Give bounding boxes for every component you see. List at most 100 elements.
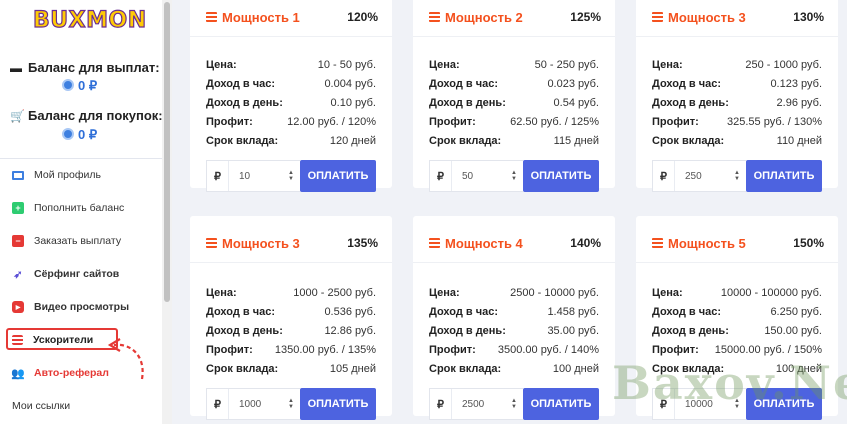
card-title: Мощность 3 <box>206 236 300 251</box>
server-icon <box>652 12 663 22</box>
row-value: 0.10 руб. <box>330 96 376 109</box>
row-label: Доход в день: <box>652 96 729 109</box>
card-rows: Цена: 10 - 50 руб. Доход в час: 0.004 руб. Д… <box>206 55 376 150</box>
row-value: 105 дней <box>329 362 376 375</box>
row-value: 115 дней <box>553 134 599 147</box>
amount-value[interactable]: 50 <box>452 171 509 182</box>
row-value: 10000 - 100000 руб. <box>720 286 822 299</box>
wallet-icon: ▬ <box>10 61 22 75</box>
card-percent: 120% <box>347 10 378 24</box>
sidebar-item-surfing[interactable]: ➶ Сёрфинг сайтов <box>0 262 162 286</box>
row-label: Срок вклада: <box>652 134 725 147</box>
row-label: Доход в час: <box>206 77 275 90</box>
stepper-icon[interactable]: ▲ ▼ <box>509 170 519 182</box>
pay-button[interactable]: ОПЛАТИТЬ <box>300 388 376 420</box>
card-row-profit: Профит: 1350.00 руб. / 135% <box>206 340 376 359</box>
row-label: Цена: <box>206 286 237 299</box>
row-value: 0.54 руб. <box>553 96 599 109</box>
card-percent: 125% <box>570 10 601 24</box>
balance-purchase-label: 🛒 Баланс для покупок: <box>10 108 163 123</box>
amount-input[interactable]: ₽250 ▲ ▼ <box>652 160 746 192</box>
card-percent: 150% <box>793 236 824 250</box>
row-value: 6.250 руб. <box>770 305 822 318</box>
row-value: 100 дней <box>552 362 599 375</box>
amount-value[interactable]: 10 <box>229 171 286 182</box>
row-value: 0.004 руб. <box>324 77 376 90</box>
amount-input[interactable]: ₽10 ▲ ▼ <box>206 160 300 192</box>
row-label: Цена: <box>652 58 683 71</box>
row-label: Профит: <box>652 343 699 356</box>
scrollbar-thumb[interactable] <box>164 2 170 302</box>
row-value: 0.023 руб. <box>547 77 599 90</box>
row-label: Профит: <box>206 343 253 356</box>
pay-button[interactable]: ОПЛАТИТЬ <box>300 160 376 192</box>
card-row-profit: Профит: 325.55 руб. / 130% <box>652 112 822 131</box>
sidebar-item-deposit[interactable]: + Пополнить баланс <box>0 196 162 220</box>
sidebar-scrollbar[interactable] <box>162 0 172 424</box>
stepper-icon[interactable]: ▲ ▼ <box>286 170 296 182</box>
row-value: 1350.00 руб. / 135% <box>274 343 376 356</box>
card-header: Мощность 3 135% <box>206 234 378 252</box>
row-value: 35.00 руб. <box>547 324 599 337</box>
minus-square-icon: − <box>12 235 24 247</box>
coins-icon <box>62 79 74 91</box>
amount-value[interactable]: 250 <box>675 171 732 182</box>
row-label: Срок вклада: <box>206 134 279 147</box>
card-row-per-day: Доход в день: 0.10 руб. <box>206 93 376 112</box>
row-label: Профит: <box>206 115 253 128</box>
card-divider <box>190 262 392 263</box>
card-header: Мощность 2 125% <box>429 8 601 26</box>
row-label: Срок вклада: <box>206 362 279 375</box>
row-value: 0.536 руб. <box>324 305 376 318</box>
server-icon <box>429 12 440 22</box>
card-row-per-hour: Доход в час: 0.536 руб. <box>206 302 376 321</box>
users-icon: 👥 <box>11 367 25 380</box>
invest-form: ₽10 ▲ ▼ ОПЛАТИТЬ <box>206 160 376 192</box>
plan-card: Мощность 4 140% Цена: 2500 - 10000 руб. Дохо… <box>413 216 615 420</box>
stepper-icon[interactable]: ▲ ▼ <box>286 398 296 410</box>
sidebar-item-withdraw[interactable]: − Заказать выплату <box>0 229 162 253</box>
currency-addon: ₽ <box>653 161 675 191</box>
amount-value[interactable]: 1000 <box>229 399 286 410</box>
row-label: Доход в день: <box>652 324 729 337</box>
row-value: 15000.00 руб. / 150% <box>714 343 822 356</box>
card-row-profit: Профит: 3500.00 руб. / 140% <box>429 340 599 359</box>
row-label: Доход в день: <box>429 324 506 337</box>
plan-card: Мощность 2 125% Цена: 50 - 250 руб. Доход в … <box>413 0 615 192</box>
pay-button[interactable]: ОПЛАТИТЬ <box>523 160 599 192</box>
amount-input[interactable]: ₽2500 ▲ ▼ <box>429 388 523 420</box>
server-icon <box>206 238 217 248</box>
row-value: 50 - 250 руб. <box>534 58 599 71</box>
plus-square-icon: + <box>12 202 24 214</box>
row-label: Доход в час: <box>652 305 721 318</box>
card-rows: Цена: 1000 - 2500 руб. Доход в час: 0.536 р… <box>206 283 376 378</box>
sidebar-item-profile[interactable]: Мой профиль <box>0 163 162 187</box>
invest-form: ₽1000 ▲ ▼ ОПЛАТИТЬ <box>206 388 376 420</box>
amount-input[interactable]: ₽1000 ▲ ▼ <box>206 388 300 420</box>
sidebar-item-links[interactable]: Мои ссылки <box>0 394 162 418</box>
card-row-per-day: Доход в день: 0.54 руб. <box>429 93 599 112</box>
logo[interactable]: BUXMON <box>32 7 146 33</box>
row-value: 10 - 50 руб. <box>317 58 376 71</box>
row-value: 2500 - 10000 руб. <box>510 286 599 299</box>
card-row-per-hour: Доход в час: 0.023 руб. <box>429 74 599 93</box>
server-icon <box>206 12 217 22</box>
card-row-per-day: Доход в день: 2.96 руб. <box>652 93 822 112</box>
row-value: 12.86 руб. <box>324 324 376 337</box>
row-label: Профит: <box>429 343 476 356</box>
stepper-icon[interactable]: ▲ ▼ <box>509 398 519 410</box>
pay-button[interactable]: ОПЛАТИТЬ <box>523 388 599 420</box>
row-label: Профит: <box>652 115 699 128</box>
stepper-icon[interactable]: ▲ ▼ <box>732 170 742 182</box>
youtube-icon: ▶ <box>12 301 24 313</box>
invest-form: ₽2500 ▲ ▼ ОПЛАТИТЬ <box>429 388 599 420</box>
row-value: 120 дней <box>329 134 376 147</box>
amount-value[interactable]: 2500 <box>452 399 509 410</box>
card-row-per-hour: Доход в час: 0.123 руб. <box>652 74 822 93</box>
amount-input[interactable]: ₽50 ▲ ▼ <box>429 160 523 192</box>
pay-button[interactable]: ОПЛАТИТЬ <box>746 160 822 192</box>
card-row-term: Срок вклада: 115 дней <box>429 131 599 150</box>
card-row-price: Цена: 2500 - 10000 руб. <box>429 283 599 302</box>
sidebar-item-videos[interactable]: ▶ Видео просмотры <box>0 295 162 319</box>
plan-card: Мощность 3 135% Цена: 1000 - 2500 руб. Доход… <box>190 216 392 420</box>
